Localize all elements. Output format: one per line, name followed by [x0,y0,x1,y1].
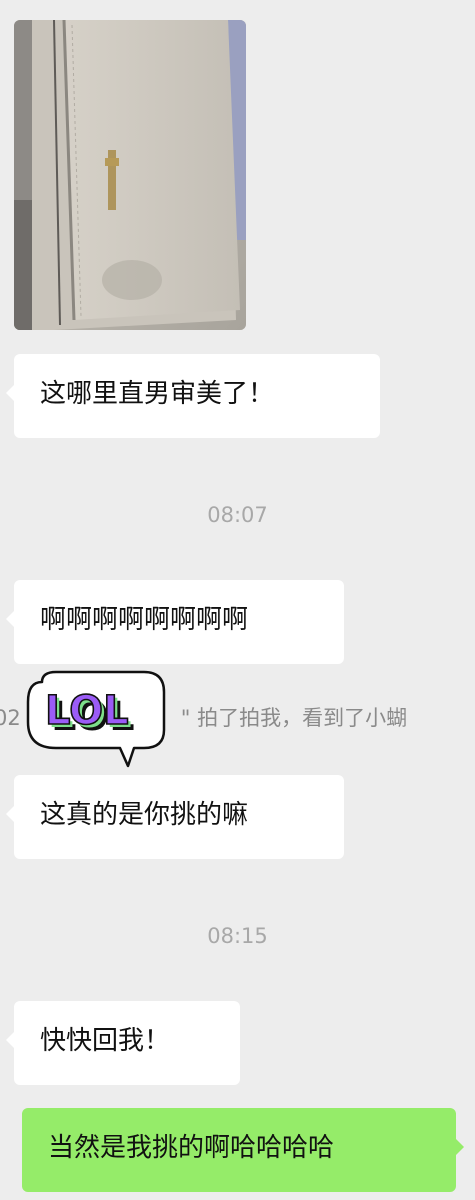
message-text: 这哪里直男审美了！ [40,379,275,409]
message-text: 当然是我挑的啊哈哈哈哈 [48,1133,335,1163]
message-text: 这真的是你挑的嘛 [40,800,249,830]
message-bubble-received[interactable]: 这真的是你挑的嘛 [6,775,344,859]
message-text: 啊啊啊啊啊啊啊啊 [40,605,249,635]
message-bubble-received[interactable]: 这哪里直男审美了！ [6,354,380,438]
message-bubble-received[interactable]: 啊啊啊啊啊啊啊啊 [6,580,344,664]
sticker-text: LOL [45,688,129,734]
message-bubble-sent[interactable]: 当然是我挑的啊哈哈哈哈 [22,1108,464,1192]
wallet-photo-message[interactable] [14,20,246,330]
timestamp: 08:07 [207,503,268,527]
lol-sticker[interactable]: LOL LOL LOL [22,668,172,772]
wallet-photo-image [14,20,246,330]
system-notice-text-end: " 拍了拍我，看到了小蝴 [180,706,408,730]
lol-sticker-icon: LOL LOL LOL [26,670,166,768]
timestamp: 08:15 [207,924,268,948]
system-notice-text-start: 02 [0,706,21,730]
message-bubble-received[interactable]: 快快回我！ [6,1001,240,1085]
message-text: 快快回我！ [40,1026,171,1056]
